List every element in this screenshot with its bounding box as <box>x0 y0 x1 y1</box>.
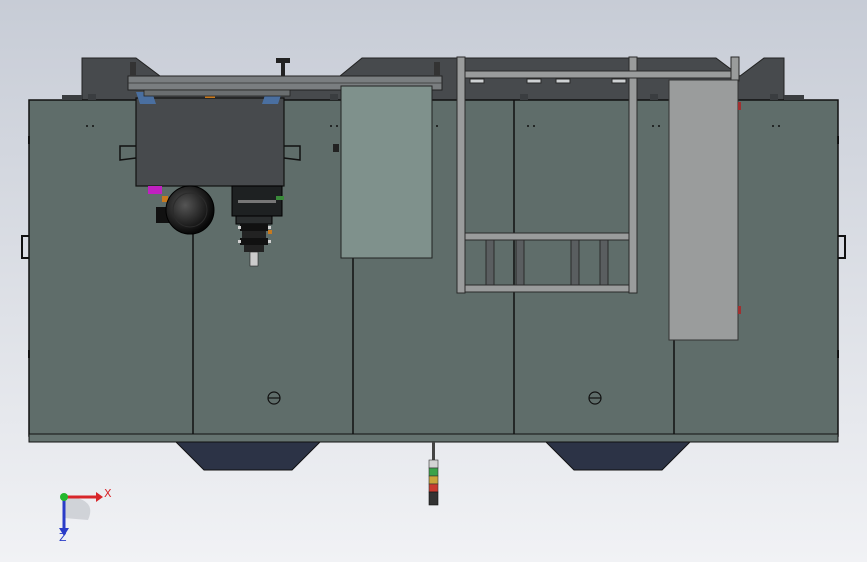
grey-side-door[interactable] <box>668 79 741 341</box>
cad-drawing[interactable]: X Z <box>0 0 867 562</box>
hopper-box[interactable] <box>119 89 301 187</box>
glass-access-door[interactable] <box>340 85 433 259</box>
cad-viewport[interactable]: X Z <box>0 0 867 562</box>
base-plate[interactable] <box>28 433 839 443</box>
door-latch[interactable] <box>333 144 339 152</box>
z-axis-label: Z <box>59 531 67 544</box>
y-axis-origin <box>60 493 68 501</box>
x-axis-label: X <box>104 487 112 500</box>
